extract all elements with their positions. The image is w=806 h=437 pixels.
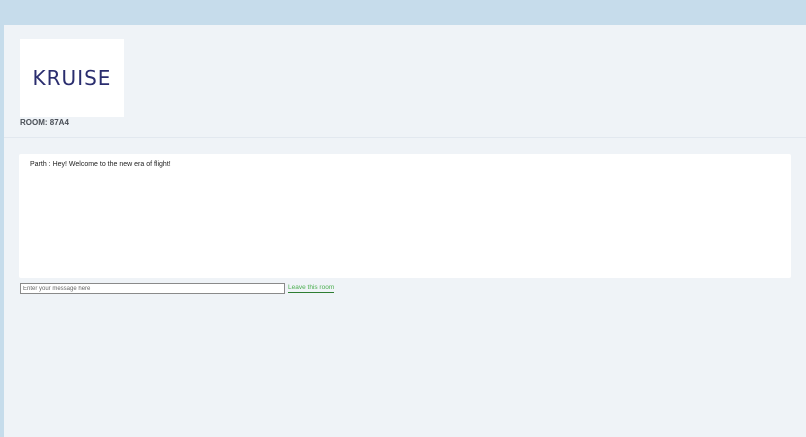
chat-message: Parth : Hey! Welcome to the new era of f… — [30, 161, 171, 168]
logo-card: KRUISE — [20, 39, 124, 117]
brand-logo: KRUISE — [32, 66, 112, 90]
chat-app: KRUISE ROOM: 87A4 Parth : Hey! Welcome t… — [4, 25, 806, 437]
message-input[interactable] — [20, 283, 285, 294]
room-code: ROOM: 87A4 — [20, 118, 69, 127]
top-band — [0, 0, 806, 25]
chat-messages-panel: Parth : Hey! Welcome to the new era of f… — [19, 154, 791, 278]
header-divider — [4, 137, 806, 138]
leave-room-link[interactable]: Leave this room — [288, 284, 335, 293]
